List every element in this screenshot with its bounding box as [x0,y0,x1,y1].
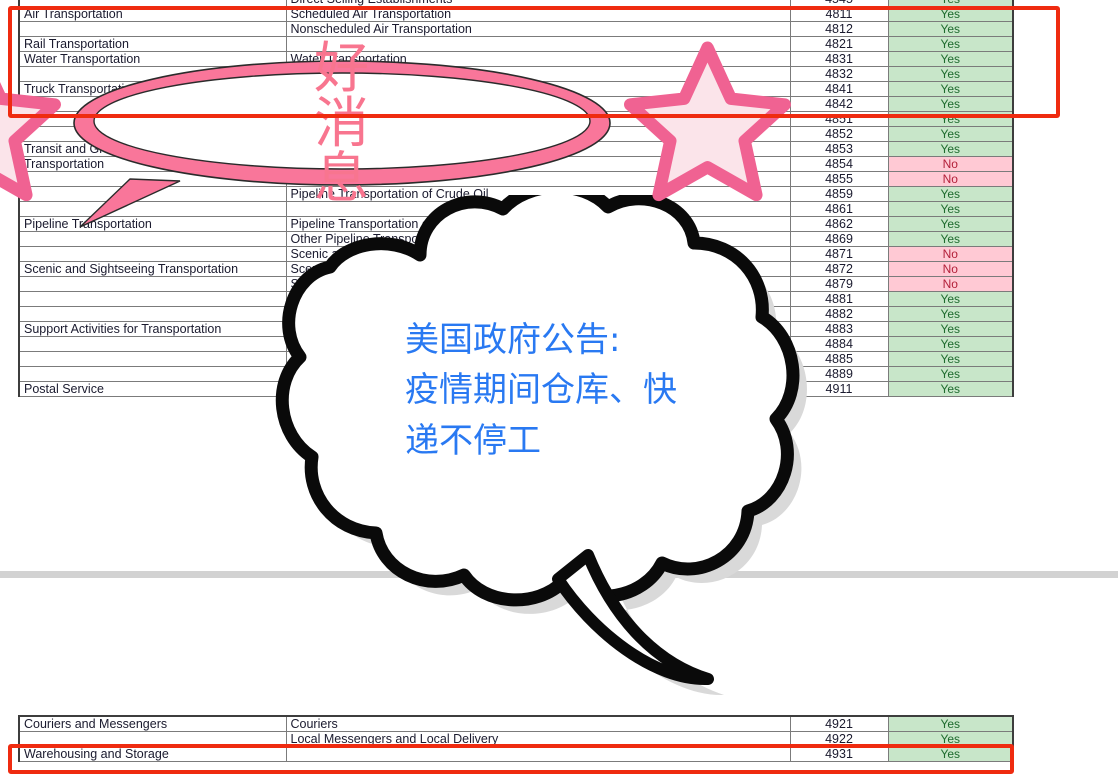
cell-industry: Scheduled Air Transportation [285,6,791,22]
cell-sector [18,291,287,307]
cell-code: 4812 [789,21,889,37]
cell-essential-flag: Yes [887,81,1014,97]
cell-sector [18,276,287,292]
table-row: Rail Transportation 4821 Yes [18,36,1014,52]
cell-sector [18,336,287,352]
cell-essential-flag: Yes [887,141,1014,157]
cell-essential-flag: Yes [887,321,1014,337]
cell-code: 4854 [789,156,889,172]
cell-code: 4855 [789,171,889,187]
cell-essential-flag: Yes [887,306,1014,322]
table-row: Nonscheduled Air Transportation 4812 Yes [18,21,1014,37]
cell-essential-flag: No [887,171,1014,187]
cell-sector: Postal Service [18,381,287,397]
cell-sector: Rail Transportation [18,36,287,52]
cell-code: 4852 [789,126,889,142]
cell-code: 4931 [789,746,889,762]
table-row: Couriers and Messengers Couriers 4921 Yes [18,715,1014,732]
cell-industry: Nonscheduled Air Transportation [285,21,791,37]
cell-essential-flag: Yes [887,291,1014,307]
cell-essential-flag: Yes [887,381,1014,397]
cell-sector: Warehousing and Storage [18,746,287,762]
cell-essential-flag: Yes [887,231,1014,247]
cell-industry: Local Messengers and Local Delivery [285,731,791,747]
cell-code: 4841 [789,81,889,97]
cell-sector [18,351,287,367]
cell-sector: Scenic and Sightseeing Transportation [18,261,287,277]
cell-essential-flag: Yes [887,731,1014,747]
pink-speech-bubble: 好消息 [0,40,792,228]
naics-table-bottom: Couriers and Messengers Couriers 4921 Yes L… [18,715,1014,762]
cell-essential-flag: Yes [887,746,1014,762]
cell-essential-flag: No [887,276,1014,292]
cell-sector: Support Activities for Transportation [18,321,287,337]
table-body-bottom: Couriers and Messengers Couriers 4921 Yes L… [18,715,1014,762]
cell-essential-flag: Yes [887,96,1014,112]
cloud-speech-bubble: 美国政府公告: 疫情期间仓库、快 递不停工 [270,195,880,705]
cell-sector [18,306,287,322]
table-row: Local Messengers and Local Delivery 4922 Y… [18,731,1014,747]
cell-sector [18,366,287,382]
pink-oval-shape-icon [73,60,611,228]
cell-essential-flag: Yes [887,186,1014,202]
cell-essential-flag: Yes [887,66,1014,82]
cell-essential-flag: No [887,156,1014,172]
cell-essential-flag: No [887,246,1014,262]
cell-essential-flag: Yes [887,21,1014,37]
cell-essential-flag: Yes [887,111,1014,127]
cell-code: 4831 [789,51,889,67]
cell-code: 4842 [789,96,889,112]
cell-sector: Air Transportation [18,6,287,22]
cell-sector: Couriers and Messengers [18,715,287,732]
cell-code: 4853 [789,141,889,157]
cell-essential-flag: Yes [887,36,1014,52]
cell-essential-flag: Yes [887,51,1014,67]
cell-essential-flag: Yes [887,366,1014,382]
cell-code: 4832 [789,66,889,82]
cell-industry [285,746,791,762]
cell-code: 4811 [789,6,889,22]
cell-code: 4821 [789,36,889,52]
table-row: Air Transportation Scheduled Air Transpor… [18,6,1014,22]
cell-sector [18,246,287,262]
table-row: Warehousing and Storage 4931 Yes [18,746,1014,762]
cell-essential-flag: Yes [887,201,1014,217]
cell-essential-flag: Yes [887,336,1014,352]
cell-sector [18,21,287,37]
cell-sector [18,731,287,747]
cell-essential-flag: Yes [887,6,1014,22]
cloud-shape-icon [275,195,807,696]
cell-industry: Couriers [285,715,791,732]
cell-essential-flag: Yes [887,216,1014,232]
cell-code: 4921 [789,715,889,732]
cell-code: 4922 [789,731,889,747]
cell-code: 4851 [789,111,889,127]
cell-industry [285,36,791,52]
cell-essential-flag: No [887,261,1014,277]
cell-essential-flag: Yes [887,351,1014,367]
cell-essential-flag: Yes [887,715,1014,732]
cell-essential-flag: Yes [887,126,1014,142]
